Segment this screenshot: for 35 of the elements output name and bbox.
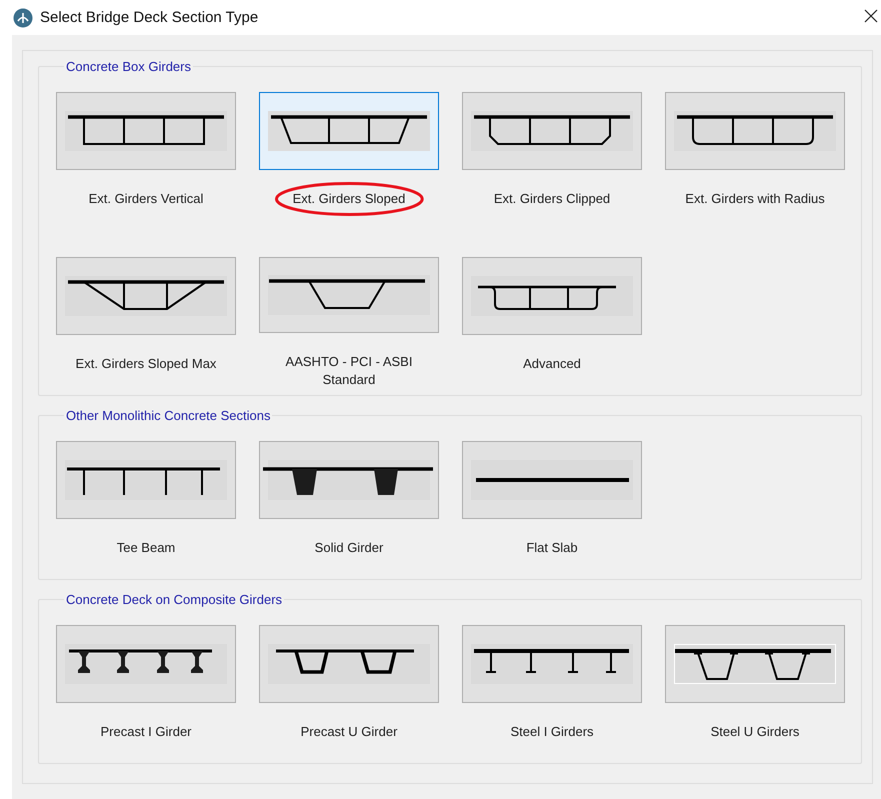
section-label: Ext. Girders Clipped: [494, 190, 610, 208]
section-type-button[interactable]: [259, 441, 439, 519]
section-type-button[interactable]: [56, 92, 236, 170]
group-title: Concrete Deck on Composite Girders: [65, 592, 284, 607]
section-type-button[interactable]: [462, 625, 642, 703]
section-type-button[interactable]: [56, 257, 236, 335]
section-label: Precast I Girder: [100, 723, 192, 741]
section-label: AASHTO - PCI - ASBI Standard: [286, 353, 412, 389]
section-type-button[interactable]: [665, 625, 845, 703]
section-label: Solid Girder: [314, 539, 384, 557]
group-title: Concrete Box Girders: [65, 59, 192, 74]
section-type-button[interactable]: [462, 441, 642, 519]
section-type-button[interactable]: [56, 441, 236, 519]
section-type-button[interactable]: [259, 92, 439, 170]
section-type-button[interactable]: [56, 625, 236, 703]
section-type-button[interactable]: [462, 257, 642, 335]
section-label: Ext. Girders Sloped: [292, 190, 406, 208]
section-label: Tee Beam: [116, 539, 176, 557]
group-title: Other Monolithic Concrete Sections: [65, 408, 272, 423]
section-type-button[interactable]: [259, 257, 439, 333]
section-label: Ext. Girders with Radius: [685, 190, 825, 208]
section-type-button[interactable]: [665, 92, 845, 170]
section-label: Advanced: [523, 355, 581, 373]
section-label: Precast U Girder: [300, 723, 398, 741]
section-type-button[interactable]: [259, 625, 439, 703]
section-type-button[interactable]: [462, 92, 642, 170]
flat-slab-icon: [474, 476, 630, 484]
section-label: Flat Slab: [526, 539, 578, 557]
section-label: Ext. Girders Vertical: [88, 190, 204, 208]
section-label: Ext. Girders Sloped Max: [76, 355, 216, 373]
section-label: Steel I Girders: [510, 723, 594, 741]
app-logo-icon: [13, 8, 33, 28]
close-icon[interactable]: [864, 9, 878, 23]
window-title: Select Bridge Deck Section Type: [40, 9, 258, 26]
section-label: Steel U Girders: [710, 723, 800, 741]
